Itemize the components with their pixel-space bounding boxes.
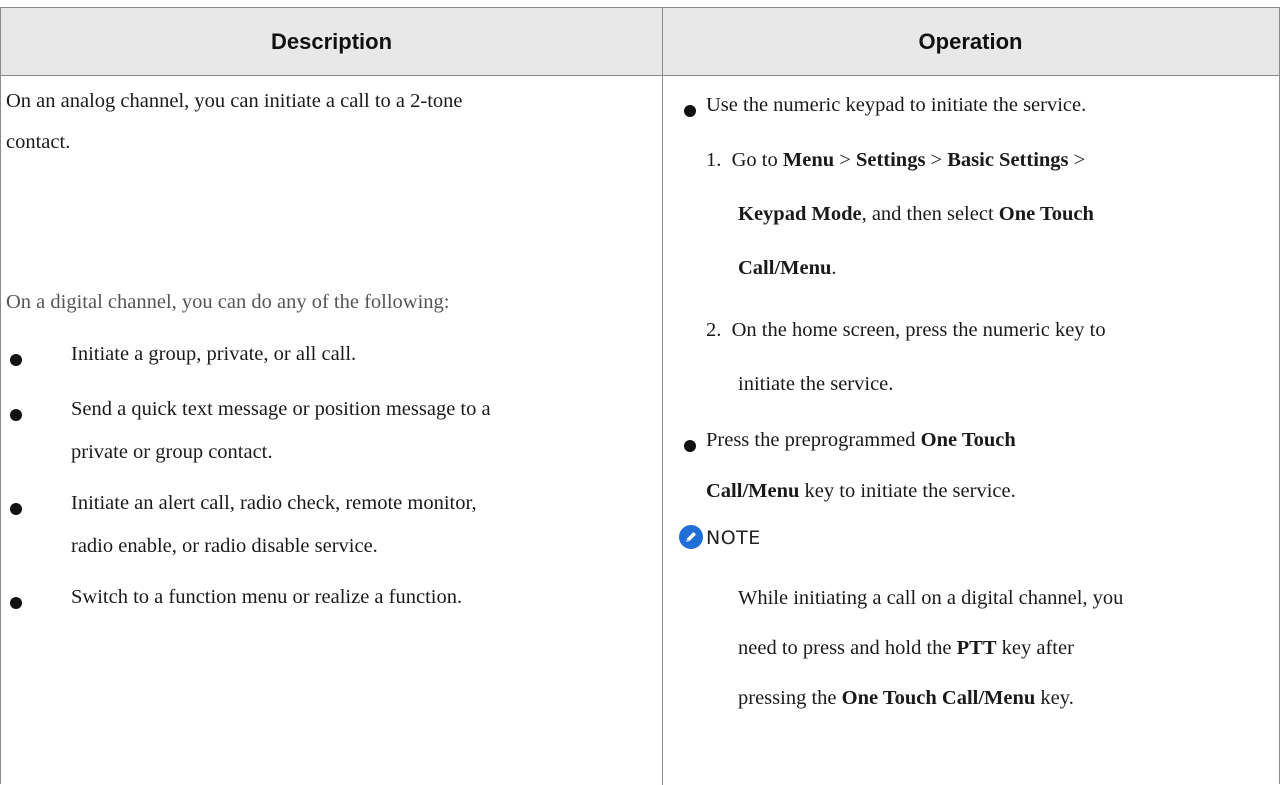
desc-item-3-line1: Initiate an alert call, radio check, rem…	[71, 492, 477, 514]
bullet-icon	[684, 105, 696, 117]
bullet-icon	[10, 503, 22, 515]
column-divider	[662, 8, 663, 785]
step-2-line1: 2. On the home screen, press the numeric…	[706, 319, 1106, 341]
digital-intro: On a digital channel, you can do any of …	[6, 291, 450, 313]
desc-item-2-line1: Send a quick text message or position me…	[71, 398, 491, 420]
header-description: Description	[1, 8, 662, 76]
op-bullet-1: Use the numeric keypad to initiate the s…	[706, 94, 1087, 116]
note-line-1: While initiating a call on a digital cha…	[738, 587, 1124, 609]
note-label: NOTE	[706, 527, 761, 549]
note-line-2: need to press and hold the PTT key after	[738, 637, 1074, 659]
note-line-3: pressing the One Touch Call/Menu key.	[738, 687, 1074, 709]
step-1-line1: 1. Go to Menu > Settings > Basic Setting…	[706, 149, 1086, 171]
op-bullet-2-line1: Press the preprogrammed One Touch	[706, 429, 1016, 451]
bullet-icon	[684, 440, 696, 452]
step-1-line3: Call/Menu.	[738, 257, 837, 279]
procedure-table: Description Operation	[0, 7, 1280, 785]
analog-line-1: On an analog channel, you can initiate a…	[6, 90, 463, 112]
bullet-icon	[10, 409, 22, 421]
pencil-note-icon	[679, 525, 703, 549]
header-operation: Operation	[662, 8, 1279, 76]
desc-item-1: Initiate a group, private, or all call.	[71, 343, 357, 365]
desc-item-3-line2: radio enable, or radio disable service.	[71, 535, 378, 557]
bullet-icon	[10, 597, 22, 609]
step-1-line2: Keypad Mode, and then select One Touch	[738, 203, 1094, 225]
op-bullet-2-line2: Call/Menu key to initiate the service.	[706, 480, 1016, 502]
step-2-line2: initiate the service.	[738, 373, 894, 395]
desc-item-4: Switch to a function menu or realize a f…	[71, 586, 463, 608]
bullet-icon	[10, 354, 22, 366]
analog-line-2: contact.	[6, 131, 71, 153]
desc-item-2-line2: private or group contact.	[71, 441, 273, 463]
